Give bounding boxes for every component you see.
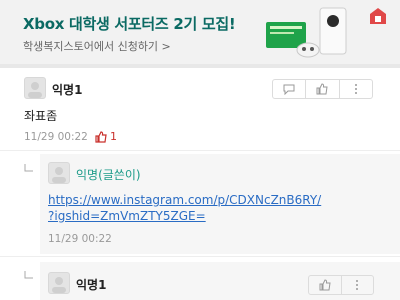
comment-time: 11/29 00:22	[24, 131, 88, 143]
comment-actions	[308, 275, 374, 295]
thumbs-up-icon	[319, 279, 331, 291]
comment-time: 11/29 00:22	[48, 233, 112, 245]
like-button[interactable]	[306, 80, 340, 98]
banner-title: Xbox 대학생 서포터즈 2기 모집!	[23, 15, 236, 33]
ad-banner[interactable]: Xbox 대학생 서포터즈 2기 모집! 학생복지스토어에서 신청하기 >	[0, 0, 400, 64]
comment-icon	[283, 84, 295, 95]
xbox-console-image	[266, 7, 347, 58]
more-button[interactable]	[342, 276, 374, 294]
more-icon	[356, 280, 359, 290]
comment-text: 좌표좀	[24, 109, 58, 123]
comment-link-continued[interactable]: ?igshid=ZmVmZTY5ZGE=	[48, 209, 206, 223]
comment-separator	[0, 150, 400, 151]
comment-author: 익명(글쓴이)	[76, 168, 141, 182]
comment-author: 익명1	[76, 278, 107, 292]
section-divider	[0, 64, 400, 68]
reply-button[interactable]	[273, 80, 307, 98]
comment-separator	[0, 256, 400, 257]
like-count: 1	[110, 130, 117, 143]
comment-author: 익명1	[52, 83, 83, 97]
comment-link[interactable]: https://www.instagram.com/p/CDXNcZnB6RY/	[48, 193, 321, 207]
avatar	[48, 162, 70, 184]
like-button[interactable]	[309, 276, 342, 294]
avatar	[48, 272, 70, 294]
reply-arrow-icon	[23, 163, 35, 178]
more-icon	[354, 84, 357, 94]
banner-subtitle[interactable]: 학생복지스토어에서 신청하기 >	[23, 38, 171, 54]
like-icon	[95, 131, 107, 143]
store-logo-icon	[370, 8, 386, 24]
comment-actions	[272, 79, 373, 99]
more-button[interactable]	[340, 80, 372, 98]
avatar	[24, 77, 46, 99]
thumbs-up-icon	[316, 83, 329, 95]
reply-arrow-icon	[23, 270, 35, 285]
